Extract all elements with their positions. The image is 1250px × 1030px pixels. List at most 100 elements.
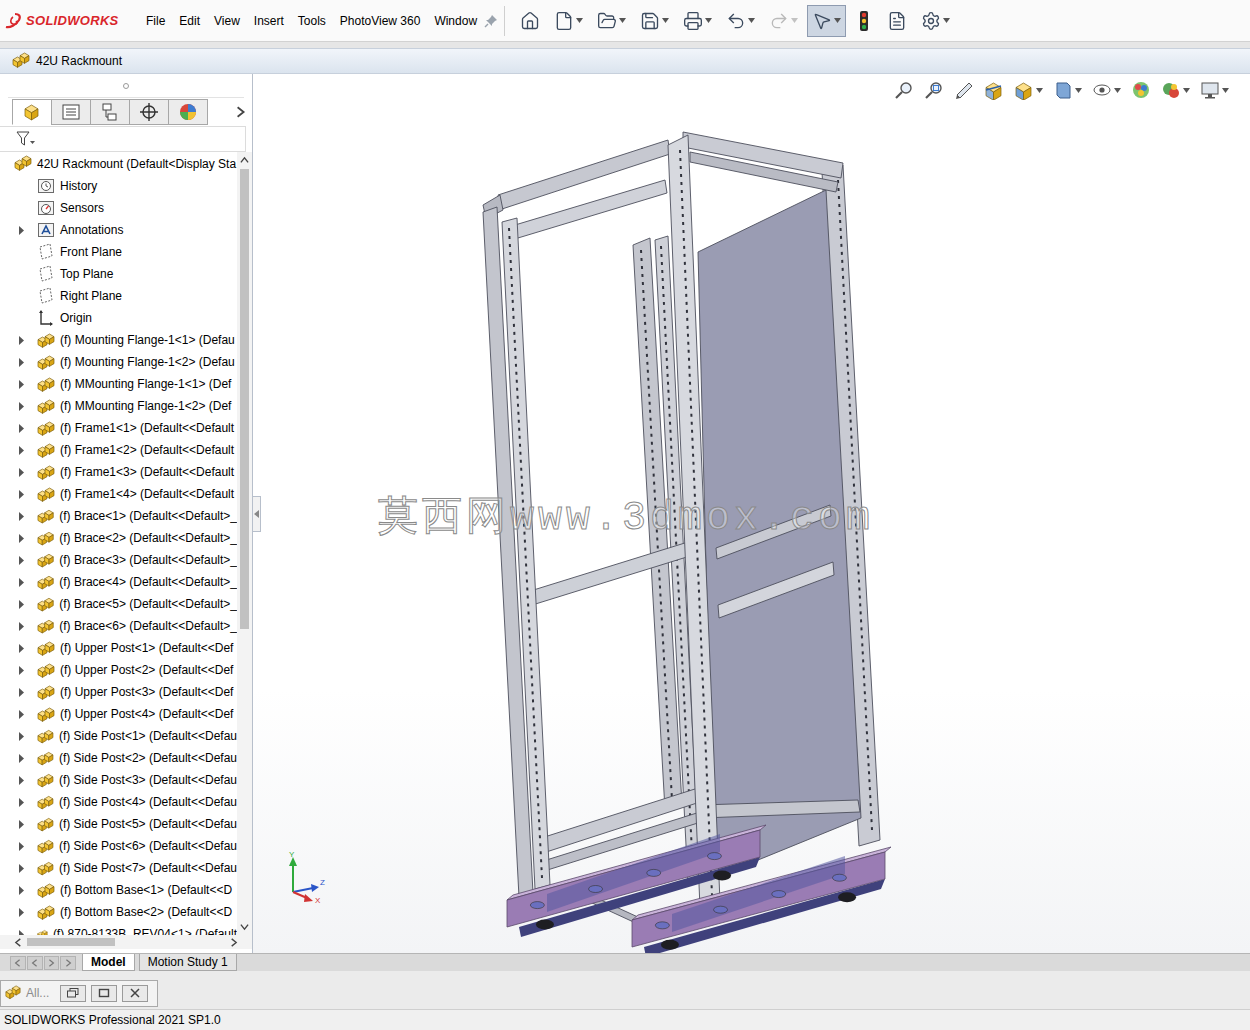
configuration-manager-icon[interactable] [100,102,120,122]
tree-item[interactable]: (f) Bottom Base<1> (Default<<D [0,879,237,901]
tree-item[interactable]: (f) Frame1<1> (Default<<Default [0,417,237,439]
zoom-to-fit-button[interactable] [891,78,917,102]
dimxpert-icon[interactable] [139,102,159,122]
tree-item[interactable]: 42U Rackmount (Default<Display Sta [0,153,237,175]
display-style-icon[interactable] [1053,80,1073,100]
bottom-tab[interactable]: Model [82,954,135,971]
restore-button[interactable] [60,985,86,1002]
close-icon[interactable] [130,988,140,998]
menu-item[interactable]: PhotoView 360 [333,10,428,32]
solidworks-logo[interactable]: SOLIDWORKS [4,12,139,30]
new-button[interactable] [549,5,588,37]
tree-arrow[interactable] [17,446,37,455]
tree-item[interactable]: (f) MMounting Flange-1<2> (Def [0,395,237,417]
expand-arrow-icon[interactable] [17,358,25,367]
manager-tab[interactable] [12,99,52,125]
tree-item[interactable]: (f) Bottom Base<2> (Default<<D [0,901,237,923]
scroll-thumb[interactable] [240,169,249,629]
previous-view-icon[interactable] [954,80,974,100]
dropdown-arrow-icon[interactable] [662,18,669,23]
scroll-right-icon[interactable] [229,938,238,947]
open-folder-icon[interactable] [597,11,617,31]
menu-item[interactable]: Tools [291,10,333,32]
tree-item[interactable]: Origin [0,307,237,329]
tree-item[interactable]: Sensors [0,197,237,219]
maximize-button[interactable] [91,985,117,1002]
tree-arrow[interactable] [17,402,37,411]
tree-arrow[interactable] [17,864,37,873]
dropdown-arrow-icon[interactable] [705,18,712,23]
menu-item[interactable]: Insert [247,10,291,32]
tree-item[interactable]: (f) Side Post<5> (Default<<Defau [0,813,237,835]
tree-item[interactable]: (f) Brace<4> (Default<<Default>_ [0,571,237,593]
tree-item[interactable]: (f) Side Post<7> (Default<<Defau [0,857,237,879]
tree-item[interactable]: (f) Frame1<3> (Default<<Default [0,461,237,483]
zoom-to-area-button[interactable] [921,78,947,102]
tree-item[interactable]: (f) Brace<5> (Default<<Default>_ [0,593,237,615]
scroll-thumb[interactable] [27,938,115,946]
expand-arrow-icon[interactable] [17,864,25,873]
tree-item[interactable]: Annotations [0,219,237,241]
expand-arrow-icon[interactable] [17,336,25,345]
undo-icon[interactable] [726,11,746,31]
tree-arrow[interactable] [17,226,37,235]
view-settings-button[interactable] [1197,78,1232,102]
tree-item[interactable]: (f) Side Post<4> (Default<<Defau [0,791,237,813]
menu-item[interactable]: Edit [172,10,207,32]
dropdown-arrow-icon[interactable] [1114,88,1121,93]
panel-splitter[interactable] [8,74,244,98]
tree-item[interactable]: Front Plane [0,241,237,263]
redo-icon[interactable] [769,11,789,31]
property-manager-icon[interactable] [61,102,81,122]
collapse-icon[interactable] [254,510,259,518]
dropdown-arrow-icon[interactable] [748,18,755,23]
section-view-icon[interactable] [984,80,1004,100]
expand-arrow-icon[interactable] [17,776,25,785]
tree-arrow[interactable] [17,798,37,807]
reference-triad[interactable]: YZX [285,852,329,906]
tree-item[interactable]: (f) Upper Post<3> (Default<<Def [0,681,237,703]
hide-show-button[interactable] [1089,78,1124,102]
tree-arrow[interactable] [17,688,37,697]
select-pointer-icon[interactable] [812,11,832,31]
close-button[interactable] [122,985,148,1002]
expand-arrow-icon[interactable] [17,468,25,477]
expand-arrow-icon[interactable] [17,512,25,521]
expand-arrow-icon[interactable] [17,754,25,763]
expand-arrow-icon[interactable] [17,424,25,433]
rebuild-icon[interactable] [858,11,870,31]
tree-item[interactable]: (f) Upper Post<4> (Default<<Def [0,703,237,725]
side-panel-brace[interactable] [718,562,834,618]
tree-item[interactable]: (f) MMounting Flange-1<1> (Def [0,373,237,395]
tree-item[interactable]: (f) Frame1<4> (Default<<Default [0,483,237,505]
tab-nav-right-icon[interactable] [64,959,72,967]
expand-arrow-icon[interactable] [17,644,25,653]
gear-icon[interactable] [921,11,941,31]
expand-arrow-icon[interactable] [17,380,25,389]
tree-item[interactable]: (f) Brace<6> (Default<<Default>_ [0,615,237,637]
tree-arrow[interactable] [17,644,37,653]
expand-arrow-icon[interactable] [17,556,25,565]
expand-arrow-icon[interactable] [17,710,25,719]
tree-item[interactable]: (f) Brace<2> (Default<<Default>_ [0,527,237,549]
view-orientation-icon[interactable] [1014,80,1034,100]
expand-arrow-icon[interactable] [17,798,25,807]
filter-icon[interactable] [16,131,36,147]
tab-nav-right-icon[interactable] [47,959,55,967]
hide-show-icon[interactable] [1092,80,1112,100]
bottom-tab[interactable]: Motion Study 1 [139,954,237,971]
expand-arrow-icon[interactable] [17,534,25,543]
manager-tab[interactable] [51,99,91,125]
apply-scene-button[interactable] [1158,78,1193,102]
tree-arrow[interactable] [17,578,37,587]
tree-arrow[interactable] [17,556,37,565]
expand-arrow-icon[interactable] [17,688,25,697]
section-view-button[interactable] [981,78,1007,102]
undo-button[interactable] [721,5,760,37]
feature-manager-icon[interactable] [22,102,42,122]
tree-arrow[interactable] [17,380,37,389]
tab-nav-button[interactable] [10,956,26,970]
tree-arrow[interactable] [17,820,37,829]
manager-tab[interactable] [129,99,169,125]
manager-tab[interactable] [168,99,208,125]
